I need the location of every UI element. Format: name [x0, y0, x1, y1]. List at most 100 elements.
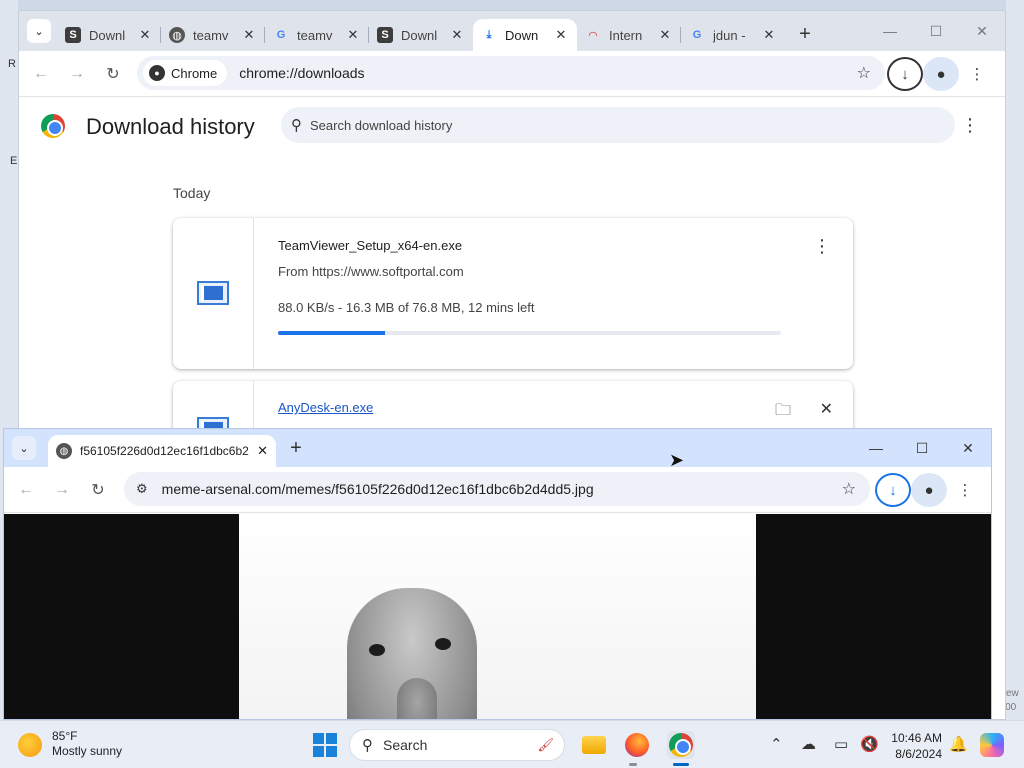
- tab-title: jdun -: [713, 27, 746, 43]
- windows-logo-icon: [326, 746, 337, 757]
- close-icon[interactable]: ✕: [959, 11, 1005, 51]
- profile-button[interactable]: ●: [911, 473, 947, 507]
- menu-kebab-icon[interactable]: ⋮: [947, 473, 983, 507]
- tab[interactable]: S Downl ✕: [57, 19, 161, 51]
- browser-toolbar: ← → ↻ ● Chrome chrome://downloads ☆ ↓ ● …: [19, 51, 1005, 97]
- maximize-icon[interactable]: ☐: [913, 11, 959, 51]
- seal-figure: [347, 588, 477, 719]
- address-bar[interactable]: ● Chrome chrome://downloads ☆: [137, 56, 885, 90]
- reload-icon[interactable]: ↻: [95, 56, 131, 92]
- search-icon: ⚲: [362, 737, 373, 754]
- google-icon: G: [276, 29, 286, 41]
- start-button[interactable]: [313, 733, 337, 757]
- downloads-button[interactable]: ↓: [875, 473, 911, 507]
- search-downloads-input[interactable]: ⚲ Search download history: [281, 107, 955, 143]
- close-icon[interactable]: ✕: [820, 399, 833, 419]
- download-source: From https://www.softportal.com: [278, 264, 464, 279]
- folder-icon: [582, 736, 606, 754]
- tab[interactable]: G jdun - ✕: [681, 19, 785, 51]
- close-tab-icon[interactable]: ✕: [761, 27, 777, 43]
- network-icon[interactable]: ▭: [834, 735, 848, 753]
- new-tab-button[interactable]: +: [791, 20, 819, 48]
- tab[interactable]: G teamv ✕: [265, 19, 369, 51]
- minimize-icon[interactable]: —: [853, 429, 899, 467]
- site-info-icon[interactable]: ⚙: [136, 481, 148, 497]
- download-icon: ↓: [887, 57, 923, 91]
- site-chip[interactable]: ● Chrome: [143, 60, 228, 86]
- folder-icon[interactable]: 🗀: [775, 399, 791, 426]
- tab-strip: ⌄ S Downl ✕ ◍ teamv ✕ G teamv ✕ S Downl …: [19, 11, 1005, 51]
- tab-active[interactable]: ◍ f56105f226d0d12ec16f1dbc6b2 ✕: [48, 435, 276, 467]
- forward-arrow-icon[interactable]: →: [59, 56, 95, 92]
- taskbar-search[interactable]: ⚲ Search 🖌: [349, 729, 565, 761]
- google-icon: G: [692, 29, 702, 41]
- close-tab-icon[interactable]: ✕: [553, 27, 569, 43]
- close-tab-icon[interactable]: ✕: [449, 27, 465, 43]
- seal-snout: [397, 678, 437, 719]
- reload-icon[interactable]: ↻: [80, 472, 116, 508]
- more-actions-icon[interactable]: ⋮: [961, 115, 979, 136]
- copilot-icon[interactable]: [980, 733, 1004, 757]
- download-more-icon[interactable]: ⋮: [813, 236, 831, 257]
- downloads-header: Download history ⚲ Search download histo…: [19, 97, 1005, 155]
- chevron-up-icon[interactable]: ⌃: [770, 735, 783, 753]
- minimize-icon[interactable]: —: [867, 11, 913, 51]
- tab-title: teamv: [193, 27, 229, 43]
- search-label: Search: [383, 737, 428, 753]
- weather-widget[interactable]: 85°F Mostly sunny: [18, 729, 122, 759]
- desktop-icon-label: R: [8, 58, 16, 70]
- globe-icon: ◍: [169, 27, 185, 43]
- download-filename-link[interactable]: AnyDesk-en.exe: [278, 400, 373, 415]
- site-favicon-icon: S: [377, 27, 393, 43]
- tab-search-dropdown[interactable]: ⌄: [12, 436, 36, 460]
- taskbar: 85°F Mostly sunny ⚲ Search 🖌 ⌃ ☁ ▭ 🔇 10:…: [0, 720, 1024, 768]
- download-icon: ⤓: [486, 28, 492, 41]
- close-tab-icon[interactable]: ✕: [241, 27, 257, 43]
- close-tab-icon[interactable]: ✕: [137, 27, 153, 43]
- maximize-icon[interactable]: ☐: [899, 429, 945, 467]
- menu-kebab-icon[interactable]: ⋮: [959, 57, 995, 91]
- address-bar[interactable]: ⚙ meme-arsenal.com/memes/f56105f226d0d12…: [124, 472, 870, 506]
- close-tab-icon[interactable]: ✕: [345, 27, 361, 43]
- tab-active[interactable]: ⤓ Down ✕: [473, 19, 577, 51]
- download-icon: ↓: [875, 473, 911, 507]
- seal-eye: [435, 638, 451, 650]
- url-text[interactable]: meme-arsenal.com/memes/f56105f226d0d12ec…: [162, 481, 594, 497]
- bookmark-star-icon[interactable]: ☆: [842, 479, 856, 499]
- chrome-taskbar-button[interactable]: [667, 731, 695, 759]
- tab-search-dropdown[interactable]: ⌄: [27, 19, 51, 43]
- back-arrow-icon[interactable]: ←: [23, 56, 59, 92]
- close-tab-icon[interactable]: ✕: [257, 443, 268, 459]
- url-text[interactable]: chrome://downloads: [239, 65, 364, 81]
- download-progress-bar: [278, 331, 781, 335]
- avatar-icon: ●: [911, 473, 947, 507]
- downloads-button[interactable]: ↓: [887, 57, 923, 91]
- chrome-icon: ●: [149, 65, 165, 81]
- tab-title: f56105f226d0d12ec16f1dbc6b2: [80, 444, 249, 458]
- windows-logo-icon: [313, 733, 324, 744]
- weather-sun-icon: [18, 733, 42, 757]
- forward-arrow-icon[interactable]: →: [44, 472, 80, 508]
- bookmark-star-icon[interactable]: ☆: [857, 63, 871, 83]
- notification-bell-icon[interactable]: 🔔: [949, 735, 968, 753]
- tab[interactable]: S Downl ✕: [369, 19, 473, 51]
- firefox-button[interactable]: [623, 731, 651, 759]
- file-explorer-button[interactable]: [580, 731, 608, 759]
- volume-muted-icon[interactable]: 🔇: [860, 735, 879, 753]
- onedrive-offline-icon[interactable]: ☁: [801, 735, 816, 753]
- close-tab-icon[interactable]: ✕: [657, 27, 673, 43]
- tab[interactable]: ◍ teamv ✕: [161, 19, 265, 51]
- system-clock[interactable]: 10:46 AM 8/6/2024: [886, 730, 942, 762]
- search-placeholder: Search download history: [310, 117, 453, 133]
- windows-logo-icon: [326, 733, 337, 744]
- tab[interactable]: ◠ Intern ✕: [577, 19, 681, 51]
- download-filename: TeamViewer_Setup_x64-en.exe: [278, 238, 463, 253]
- new-tab-button[interactable]: +: [282, 434, 310, 462]
- profile-button[interactable]: ●: [923, 57, 959, 91]
- back-arrow-icon[interactable]: ←: [8, 472, 44, 508]
- close-icon[interactable]: ✕: [945, 429, 991, 467]
- window-controls: — ☐ ✕: [853, 429, 991, 467]
- chevron-down-icon: ⌄: [34, 25, 44, 38]
- page-title: Download history: [86, 114, 255, 139]
- tab-title: Intern: [609, 27, 643, 43]
